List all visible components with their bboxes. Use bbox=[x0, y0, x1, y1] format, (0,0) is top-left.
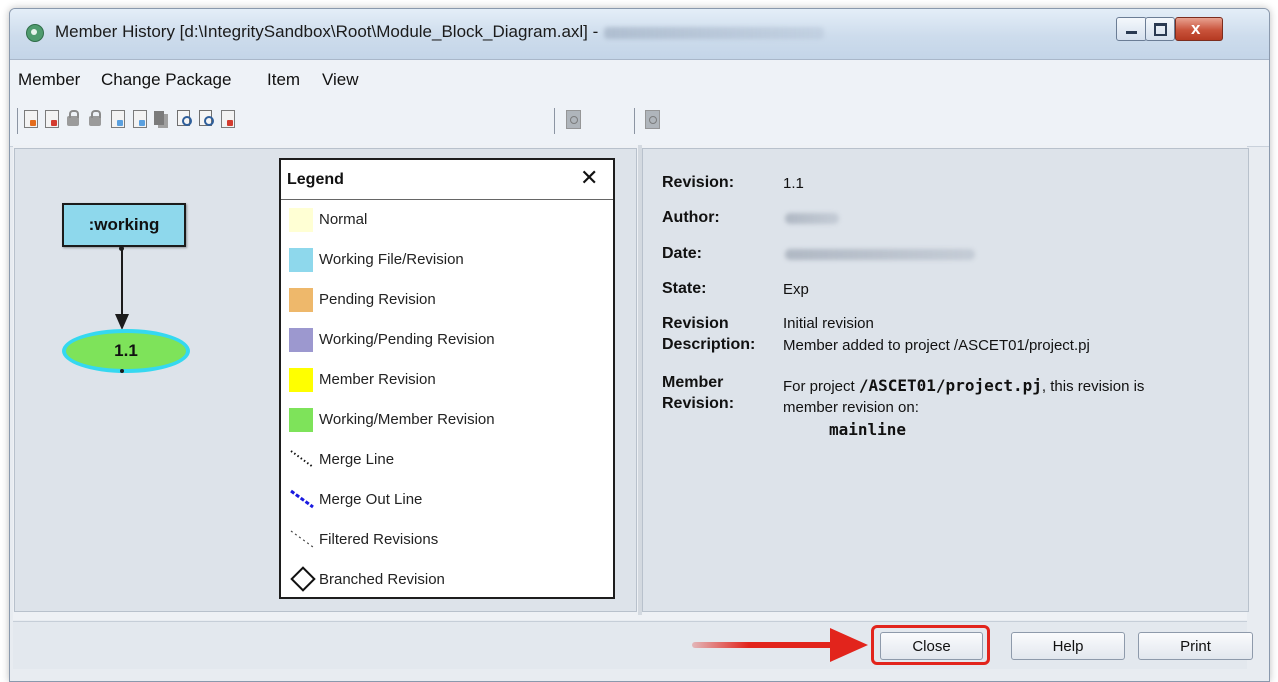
legend-label: Pending Revision bbox=[319, 291, 436, 308]
member-revision-label-2: Revision: bbox=[662, 395, 735, 412]
minimize-icon bbox=[1126, 31, 1137, 34]
copy-revisions-icon[interactable] bbox=[153, 109, 169, 129]
app-icon bbox=[26, 24, 44, 42]
menu-bar: Member Change Package Item View bbox=[10, 60, 1269, 100]
maximize-button[interactable] bbox=[1145, 17, 1175, 41]
title-bar: Member History [d:\IntegritySandbox\Root… bbox=[10, 9, 1269, 60]
legend-label: Merge Line bbox=[319, 451, 395, 468]
annotation-arrow-line bbox=[692, 642, 834, 648]
edit-file-icon[interactable] bbox=[44, 109, 60, 129]
print-button[interactable]: Print bbox=[1138, 632, 1253, 660]
toolbar bbox=[10, 100, 1269, 147]
date-label: Date: bbox=[662, 245, 703, 262]
legend-label: Filtered Revisions bbox=[319, 531, 439, 548]
toolbar-separator bbox=[634, 108, 637, 134]
legend-item-filtered: Filtered Revisions bbox=[289, 524, 609, 554]
maximize-icon bbox=[1154, 23, 1167, 36]
author-label: Author: bbox=[662, 209, 720, 226]
legend-swatch bbox=[289, 288, 313, 312]
diamond-icon bbox=[290, 566, 316, 592]
revision-value: 1.1 bbox=[783, 175, 804, 192]
window-title: Member History [d:\IntegritySandbox\Root… bbox=[55, 22, 825, 42]
filtered-line-icon bbox=[290, 530, 314, 548]
menu-item[interactable]: Item bbox=[267, 70, 300, 90]
redacted-author bbox=[785, 213, 839, 224]
report-icon[interactable] bbox=[220, 109, 236, 129]
redacted-date bbox=[785, 249, 975, 260]
member-revision-project: /ASCET01/project.pj bbox=[858, 376, 1042, 395]
legend-swatch bbox=[289, 248, 313, 272]
revision-description-label-1: Revision bbox=[662, 315, 729, 332]
legend-item-normal: Normal bbox=[289, 204, 609, 234]
legend-label: Working/Member Revision bbox=[319, 411, 495, 428]
help-button[interactable]: Help bbox=[1011, 632, 1125, 660]
state-label: State: bbox=[662, 280, 707, 297]
legend-item-branched: Branched Revision bbox=[289, 564, 609, 594]
legend-label: Merge Out Line bbox=[319, 491, 423, 508]
legend-item-merge-out-line: Merge Out Line bbox=[289, 484, 609, 514]
legend-label: Working/Pending Revision bbox=[319, 331, 495, 348]
locate-icon[interactable] bbox=[644, 109, 660, 129]
legend-item-working-pending: Working/Pending Revision bbox=[289, 324, 609, 354]
legend-item-working-member: Working/Member Revision bbox=[289, 404, 609, 434]
minimize-button[interactable] bbox=[1116, 17, 1147, 41]
state-value: Exp bbox=[783, 281, 809, 298]
member-revision-suffix: , this revision is bbox=[1041, 378, 1145, 395]
legend-swatch bbox=[289, 408, 313, 432]
close-button-highlight bbox=[871, 625, 990, 665]
member-revision-value-1: For project /ASCET01/project.pj, this re… bbox=[783, 375, 1144, 397]
toolbar-separator bbox=[554, 108, 557, 134]
legend-item-merge-line: Merge Line bbox=[289, 444, 609, 474]
revision-label: Revision: bbox=[662, 174, 735, 191]
annotation-arrow-icon bbox=[830, 628, 868, 662]
menu-change-package[interactable]: Change Package bbox=[101, 70, 231, 90]
legend-label: Normal bbox=[319, 211, 368, 228]
revision-node[interactable]: 1.1 bbox=[62, 329, 190, 373]
revision-description-value-1: Initial revision bbox=[783, 315, 874, 332]
member-revision-label-1: Member bbox=[662, 374, 724, 391]
node-end-dot bbox=[120, 369, 124, 373]
legend-label: Branched Revision bbox=[319, 571, 445, 588]
merge-line-icon bbox=[290, 450, 314, 468]
close-x-icon: x bbox=[1191, 19, 1201, 38]
legend-swatch bbox=[289, 328, 313, 352]
redacted-user-info bbox=[604, 26, 825, 39]
find-revision-icon[interactable] bbox=[176, 109, 192, 129]
revision-description-label-2: Description: bbox=[662, 336, 756, 353]
compare-file-icon[interactable] bbox=[132, 109, 148, 129]
legend-title: Legend bbox=[287, 171, 344, 188]
legend-item-working-file: Working File/Revision bbox=[289, 244, 609, 274]
revision-edge bbox=[121, 249, 123, 315]
legend-header: Legend ✕ bbox=[281, 160, 613, 200]
window-close-button[interactable]: x bbox=[1175, 17, 1223, 41]
legend-swatch bbox=[289, 368, 313, 392]
working-file-node[interactable]: :working bbox=[62, 203, 186, 247]
toolbar-separator bbox=[17, 108, 20, 134]
legend-close-icon[interactable]: ✕ bbox=[580, 166, 598, 190]
legend-panel: Legend ✕ Normal Working File/Revision Pe… bbox=[279, 158, 615, 599]
window-title-text: Member History [d:\IntegritySandbox\Root… bbox=[55, 22, 599, 41]
unlock-icon[interactable] bbox=[87, 109, 103, 129]
details-icon[interactable] bbox=[565, 109, 581, 129]
lock-icon[interactable] bbox=[65, 109, 81, 129]
revision-description-value-2: Member added to project /ASCET01/project… bbox=[783, 337, 1090, 354]
member-revision-value-2: member revision on: bbox=[783, 399, 919, 416]
view-file-icon[interactable] bbox=[110, 109, 126, 129]
merge-out-line-icon bbox=[290, 489, 314, 509]
menu-member[interactable]: Member bbox=[18, 70, 80, 90]
legend-label: Working File/Revision bbox=[319, 251, 464, 268]
legend-item-member: Member Revision bbox=[289, 364, 609, 394]
member-revision-branch: mainline bbox=[829, 420, 907, 439]
arrow-down-icon bbox=[115, 314, 129, 330]
open-file-icon[interactable] bbox=[23, 109, 39, 129]
legend-item-pending: Pending Revision bbox=[289, 284, 609, 314]
legend-label: Member Revision bbox=[319, 371, 436, 388]
search-revision-icon[interactable] bbox=[198, 109, 214, 129]
member-revision-prefix: For project bbox=[783, 378, 859, 395]
legend-swatch bbox=[289, 208, 313, 232]
menu-view[interactable]: View bbox=[322, 70, 359, 90]
